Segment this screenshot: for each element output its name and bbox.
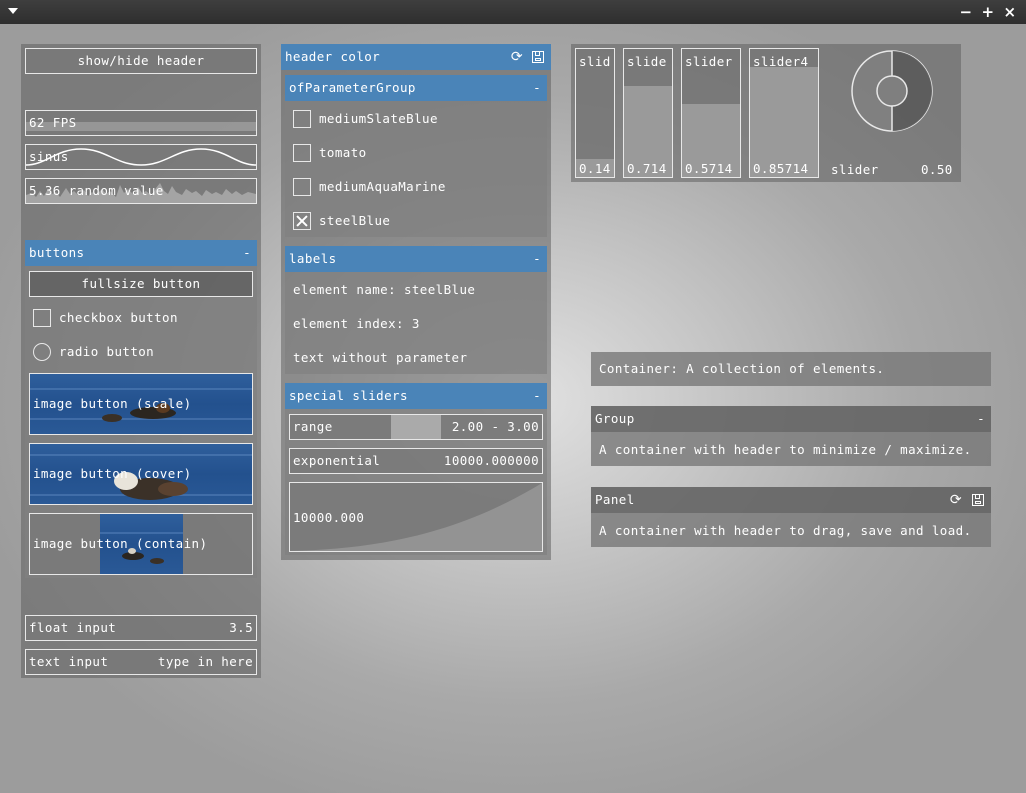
text-input-label: text input xyxy=(29,654,109,669)
checkbox-mediumaquamarine[interactable] xyxy=(293,178,311,196)
element-index-label: element index: 3 xyxy=(293,316,420,331)
image-button-contain[interactable]: image button (contain) xyxy=(29,513,253,575)
close-button[interactable]: × xyxy=(1002,4,1018,20)
checkbox-tomato[interactable] xyxy=(293,144,311,162)
image-button-cover-label: image button (cover) xyxy=(33,466,192,481)
fullsize-button[interactable]: fullsize button xyxy=(29,271,253,297)
panel-text: A container with header to drag, save an… xyxy=(599,523,972,538)
label-steelblue: steelBlue xyxy=(319,213,391,228)
param-group-minimize[interactable]: - xyxy=(533,75,541,101)
exponential-slider-value: 10000.000000 xyxy=(443,453,539,468)
vertical-slider-slid[interactable]: slid 0.14 xyxy=(575,48,615,178)
panel-title: Panel xyxy=(595,492,635,507)
special-sliders-minimize[interactable]: - xyxy=(533,383,541,409)
group-header[interactable]: Group - xyxy=(591,406,991,432)
panel-body: A container with header to drag, save an… xyxy=(591,513,991,547)
vertical-slider-slide[interactable]: slide 0.714 xyxy=(623,48,673,178)
random-plotter: 5.36 random value xyxy=(25,178,257,204)
slider-label: slider xyxy=(685,54,733,69)
group-title: Group xyxy=(595,411,635,426)
sinus-label: sinus xyxy=(29,149,69,164)
labels-group-header[interactable]: labels - xyxy=(285,246,547,272)
circular-slider-knob[interactable] xyxy=(851,50,933,132)
checkbox-button-label: checkbox button xyxy=(59,310,178,325)
slider-label: slide xyxy=(627,54,667,69)
header-color-panel-header[interactable]: header color ⟳ xyxy=(281,44,551,70)
circular-slider-label: slider xyxy=(831,162,879,177)
checkbox-steelblue-checked[interactable] xyxy=(293,212,311,230)
range-slider[interactable]: range 2.00 - 3.00 xyxy=(289,414,543,440)
group-body: A container with header to minimize / ma… xyxy=(591,432,991,466)
sinus-plotter: sinus xyxy=(25,144,257,170)
param-group-header[interactable]: ofParameterGroup - xyxy=(285,75,547,101)
buttons-group-title: buttons xyxy=(29,245,85,260)
minimize-button[interactable]: − xyxy=(958,4,974,20)
radio-button-circle[interactable] xyxy=(33,343,51,361)
buttons-group-minimize[interactable]: - xyxy=(243,240,251,266)
element-name-label: element name: steelBlue xyxy=(293,282,476,297)
image-button-scale[interactable]: image button (scale) xyxy=(29,373,253,435)
text-input-value[interactable]: type in here xyxy=(158,654,253,669)
title-bar: − + × xyxy=(0,0,1026,24)
header-color-title: header color xyxy=(285,49,381,64)
param-group-title: ofParameterGroup xyxy=(289,80,416,95)
labels-group-title: labels xyxy=(289,251,337,266)
radio-button-label: radio button xyxy=(59,344,155,359)
exponential-slider-label: exponential xyxy=(293,453,381,468)
slider-label: slid xyxy=(579,54,611,69)
reload-icon[interactable]: ⟳ xyxy=(948,492,964,508)
fps-label: 62 FPS xyxy=(29,115,77,130)
slider-label: slider4 xyxy=(753,54,809,69)
checkbox-button-box[interactable] xyxy=(33,309,51,327)
show-hide-header-button[interactable]: show/hide header xyxy=(25,48,257,74)
container-text: Container: A collection of elements. xyxy=(599,361,885,376)
maximize-button[interactable]: + xyxy=(980,4,996,20)
circular-slider-value: 0.50 xyxy=(921,162,953,177)
checkbox-mediumslateblue[interactable] xyxy=(293,110,311,128)
exponential-slider[interactable]: exponential 10000.000000 xyxy=(289,448,543,474)
label-mediumaquamarine: mediumAquaMarine xyxy=(319,179,446,194)
float-input-label: float input xyxy=(29,620,117,635)
image-button-scale-label: image button (scale) xyxy=(33,396,192,411)
group-minimize[interactable]: - xyxy=(977,406,985,432)
float-input-field[interactable]: float input 3.5 xyxy=(25,615,257,641)
app-window: − + × show/hide header 62 FPS sinus 5.36… xyxy=(0,0,1026,793)
random-value-label: 5.36 random value xyxy=(29,183,164,198)
save-icon[interactable] xyxy=(972,494,984,506)
group-text: A container with header to minimize / ma… xyxy=(599,442,972,457)
text-without-parameter-label: text without parameter xyxy=(293,350,468,365)
curve-slider-value: 10000.000 xyxy=(293,510,365,525)
slider-value: 0.714 xyxy=(627,161,667,176)
text-input-field[interactable]: text input type in here xyxy=(25,649,257,675)
chevron-down-icon[interactable] xyxy=(8,8,18,14)
container-box: Container: A collection of elements. xyxy=(591,352,991,386)
slider-value: 0.5714 xyxy=(685,161,733,176)
float-input-value[interactable]: 3.5 xyxy=(229,620,253,635)
save-icon[interactable] xyxy=(532,51,544,63)
vertical-slider-slider4[interactable]: slider4 0.85714 xyxy=(749,48,819,178)
image-button-cover[interactable]: image button (cover) xyxy=(29,443,253,505)
slider-value: 0.85714 xyxy=(753,161,809,176)
curve-slider[interactable]: 10000.000 xyxy=(289,482,543,552)
fps-plotter: 62 FPS xyxy=(25,110,257,136)
special-sliders-header[interactable]: special sliders - xyxy=(285,383,547,409)
labels-group-minimize[interactable]: - xyxy=(533,246,541,272)
vertical-slider-slider[interactable]: slider 0.5714 xyxy=(681,48,741,178)
buttons-group-header[interactable]: buttons - xyxy=(25,240,257,266)
special-sliders-title: special sliders xyxy=(289,388,408,403)
reload-icon[interactable]: ⟳ xyxy=(509,49,525,65)
range-slider-value: 2.00 - 3.00 xyxy=(451,419,539,434)
image-button-contain-label: image button (contain) xyxy=(33,536,208,551)
slider-value: 0.14 xyxy=(579,161,611,176)
panel-header[interactable]: Panel ⟳ xyxy=(591,487,991,513)
range-slider-label: range xyxy=(293,419,333,434)
label-tomato: tomato xyxy=(319,145,367,160)
range-slider-fill[interactable] xyxy=(391,415,441,439)
label-mediumslateblue: mediumSlateBlue xyxy=(319,111,438,126)
